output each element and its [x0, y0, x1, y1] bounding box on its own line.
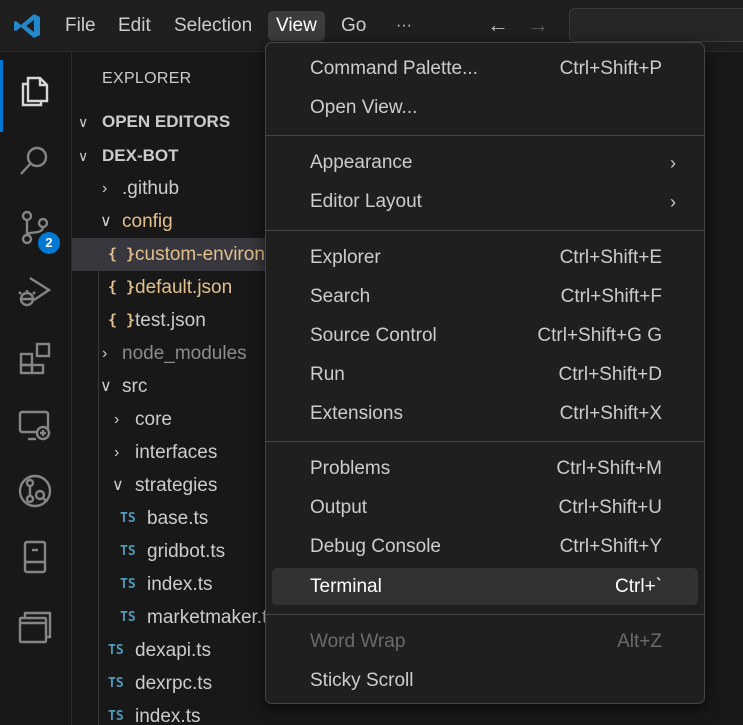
extensions-icon[interactable] [0, 327, 72, 387]
view-menu-dropdown: Command Palette... Ctrl+Shift+P Open Vie… [265, 42, 705, 704]
menu-search[interactable]: Search Ctrl+Shift+F [272, 280, 698, 314]
typescript-file-icon: TS [120, 610, 136, 625]
menu-explorer[interactable]: Explorer Ctrl+Shift+E [272, 241, 698, 275]
tree-folder-config[interactable]: ∨ config [72, 205, 272, 238]
gitlens-icon[interactable] [0, 460, 72, 520]
tree-file-dexrpc-ts[interactable]: TS dexrpc.ts [72, 667, 272, 700]
chevron-right-icon: › [114, 444, 120, 461]
menu-edit[interactable]: Edit [110, 11, 159, 41]
chevron-down-icon: ∨ [78, 114, 89, 130]
tree-file-custom-environment-variables[interactable]: { } custom-environment-variables.json [72, 238, 272, 271]
typescript-file-icon: TS [108, 643, 124, 658]
menu-output[interactable]: Output Ctrl+Shift+U [272, 491, 698, 525]
menu-debug-console[interactable]: Debug Console Ctrl+Shift+Y [272, 530, 698, 564]
source-control-badge: 2 [38, 232, 60, 254]
menu-problems[interactable]: Problems Ctrl+Shift+M [272, 452, 698, 486]
menu-go[interactable]: Go [333, 11, 374, 41]
tree-file-dexapi-ts[interactable]: TS dexapi.ts [72, 634, 272, 667]
menu-source-control[interactable]: Source Control Ctrl+Shift+G G [272, 319, 698, 353]
menu-separator [266, 230, 704, 231]
typescript-file-icon: TS [120, 511, 136, 526]
menu-run[interactable]: Run Ctrl+Shift+D [272, 358, 698, 392]
menu-appearance[interactable]: Appearance › [272, 146, 698, 180]
tree-file-base-ts[interactable]: TS base.ts [72, 502, 272, 535]
search-icon[interactable] [0, 130, 72, 190]
typescript-file-icon: TS [108, 676, 124, 691]
chevron-down-icon: ∨ [78, 148, 89, 164]
testing-icon[interactable] [0, 526, 72, 586]
chevron-right-icon: › [670, 192, 676, 212]
tree-file-gridbot-ts[interactable]: TS gridbot.ts [72, 535, 272, 568]
chevron-right-icon: › [102, 345, 108, 362]
menu-sticky-scroll[interactable]: Sticky Scroll [272, 664, 698, 698]
typescript-file-icon: TS [108, 709, 124, 724]
chevron-down-icon: ∨ [100, 213, 112, 230]
command-center-search[interactable] [569, 8, 743, 42]
tree-folder-core[interactable]: › core [72, 403, 272, 436]
menu-word-wrap[interactable]: Word Wrap Alt+Z [272, 625, 698, 659]
open-editors-section[interactable]: ∨ OPEN EDITORS [72, 107, 272, 137]
menu-open-view[interactable]: Open View... [272, 91, 698, 125]
explorer-icon[interactable] [0, 60, 72, 132]
tree-folder-node-modules[interactable]: › node_modules [72, 337, 272, 370]
tree-folder-interfaces[interactable]: › interfaces [72, 436, 272, 469]
explorer-sidebar: EXPLORER ∨ OPEN EDITORS ∨ DEX-BOT › .git… [72, 52, 272, 725]
typescript-file-icon: TS [120, 544, 136, 559]
json-file-icon: { } [108, 278, 136, 296]
chevron-down-icon: ∨ [112, 477, 124, 494]
back-arrow-icon[interactable]: ← [487, 12, 509, 38]
menu-separator [266, 441, 704, 442]
chevron-right-icon: › [114, 411, 120, 428]
remote-explorer-icon[interactable] [0, 394, 72, 454]
forward-arrow-icon[interactable]: → [527, 12, 549, 38]
menu-terminal[interactable]: Terminal Ctrl+` [272, 568, 698, 605]
chevron-right-icon: › [102, 180, 108, 197]
chevron-down-icon: ∨ [100, 378, 112, 395]
tree-folder-github[interactable]: › .github [72, 172, 272, 205]
project-section[interactable]: ∨ DEX-BOT [72, 141, 272, 171]
source-control-icon[interactable]: 2 [0, 196, 72, 256]
tree-file-strategies-index-ts[interactable]: TS index.ts [72, 568, 272, 601]
typescript-file-icon: TS [120, 577, 136, 592]
activity-bar: 2 [0, 52, 72, 725]
menu-separator [266, 135, 704, 136]
menu-view[interactable]: View [268, 11, 325, 41]
menu-file[interactable]: File [57, 11, 104, 41]
menu-selection[interactable]: Selection [166, 11, 260, 41]
explorer-title: EXPLORER [102, 70, 192, 87]
more-menu-icon[interactable]: ··· [388, 11, 420, 41]
tree-file-test-json[interactable]: { } test.json [72, 304, 272, 337]
panel-icon[interactable] [0, 596, 72, 656]
chevron-right-icon: › [670, 153, 676, 173]
vscode-logo-icon[interactable] [12, 11, 42, 41]
json-file-icon: { } [108, 245, 136, 263]
menu-separator [266, 614, 704, 615]
menu-editor-layout[interactable]: Editor Layout › [272, 185, 698, 219]
tree-file-src-index-ts[interactable]: TS index.ts [72, 700, 272, 725]
tree-file-default-json[interactable]: { } default.json [72, 271, 272, 304]
tree-folder-strategies[interactable]: ∨ strategies [72, 469, 272, 502]
tree-file-marketmaker-ts[interactable]: TS marketmaker.ts [72, 601, 272, 634]
tree-folder-src[interactable]: ∨ src [72, 370, 272, 403]
menu-extensions[interactable]: Extensions Ctrl+Shift+X [272, 397, 698, 431]
run-debug-icon[interactable] [0, 260, 72, 320]
menu-command-palette[interactable]: Command Palette... Ctrl+Shift+P [272, 52, 698, 86]
json-file-icon: { } [108, 311, 136, 329]
